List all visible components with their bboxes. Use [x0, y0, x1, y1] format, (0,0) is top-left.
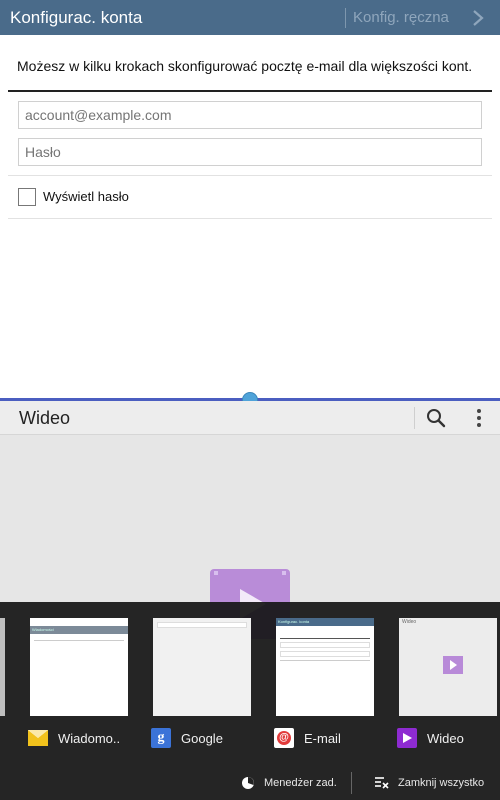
thumb-search-bar: [157, 622, 247, 628]
checkbox-divider: [8, 218, 492, 219]
video-title: Wideo: [19, 408, 71, 428]
recent-thumb-email[interactable]: Konfigurac. konta: [276, 618, 374, 716]
thumb-play-icon: [443, 656, 463, 674]
pie-chart-icon: [242, 777, 254, 789]
recent-app-label: Wiadomo..: [58, 730, 121, 746]
action-bar-divider: [345, 8, 346, 28]
recent-app-label: Wideo: [427, 730, 464, 746]
email-setup-pane: Konfigurac. konta Konfig. ręczna Możesz …: [0, 0, 500, 400]
recent-app-label: Google: [181, 730, 223, 746]
email-field[interactable]: [18, 101, 482, 129]
actions-divider: [351, 772, 352, 794]
google-icon: g: [151, 728, 171, 748]
page-title: Konfigurac. konta: [10, 8, 143, 27]
thumb-field: [280, 651, 370, 657]
recent-apps-actions: Menedżer zad. Zamknij wszystko: [0, 770, 500, 800]
envelope-icon: [28, 728, 48, 748]
recent-app-label: E-mail: [304, 730, 341, 746]
video-play-icon: [397, 728, 417, 748]
thumb-title: Wideo: [402, 619, 417, 625]
thumb-line: [280, 660, 370, 661]
recent-app-google[interactable]: g Google: [151, 728, 223, 748]
email-at-icon: @: [274, 728, 294, 748]
manual-setup-button[interactable]: Konfig. ręczna: [353, 9, 449, 26]
recent-thumb-messages[interactable]: Wiadomości: [30, 618, 128, 716]
search-icon[interactable]: [426, 408, 446, 428]
action-bar: Konfigurac. konta Konfig. ręczna: [0, 0, 500, 35]
recent-app-email[interactable]: @ E-mail: [274, 728, 341, 748]
task-manager-button[interactable]: Menedżer zad.: [241, 776, 337, 790]
clear-all-icon: [375, 777, 389, 789]
partial-thumbnail[interactable]: [0, 618, 5, 716]
intro-divider: [8, 90, 492, 92]
thumb-title: Wiadomości: [30, 626, 128, 634]
thumb-title: Konfigurac. konta: [276, 618, 374, 626]
video-action-bar: Wideo: [0, 401, 500, 435]
recent-thumb-video[interactable]: Wideo: [399, 618, 497, 716]
recent-app-video[interactable]: Wideo: [397, 728, 464, 748]
task-manager-label: Menedżer zad.: [264, 777, 337, 789]
recent-apps-panel: Wiadomości Konfigurac. konta Wideo Wiado…: [0, 602, 500, 800]
close-all-label: Zamknij wszystko: [398, 777, 485, 789]
recent-thumb-google[interactable]: [153, 618, 251, 716]
chevron-right-icon[interactable]: [470, 9, 486, 27]
video-bar-divider: [414, 407, 415, 429]
close-all-button[interactable]: Zamknij wszystko: [375, 776, 484, 790]
intro-text: Możesz w kilku krokach skonfigurować poc…: [17, 58, 473, 74]
recent-app-messages[interactable]: Wiadomo..: [28, 728, 120, 748]
show-password-checkbox[interactable]: [18, 188, 36, 206]
thumb-line: [34, 640, 124, 641]
screen: Konfigurac. konta Konfig. ręczna Możesz …: [0, 0, 500, 800]
overflow-menu-icon[interactable]: [472, 408, 486, 428]
field-divider: [8, 175, 492, 176]
thumb-field: [280, 642, 370, 648]
password-field[interactable]: [18, 138, 482, 166]
show-password-label: Wyświetl hasło: [43, 189, 129, 204]
thumb-line: [280, 638, 370, 639]
